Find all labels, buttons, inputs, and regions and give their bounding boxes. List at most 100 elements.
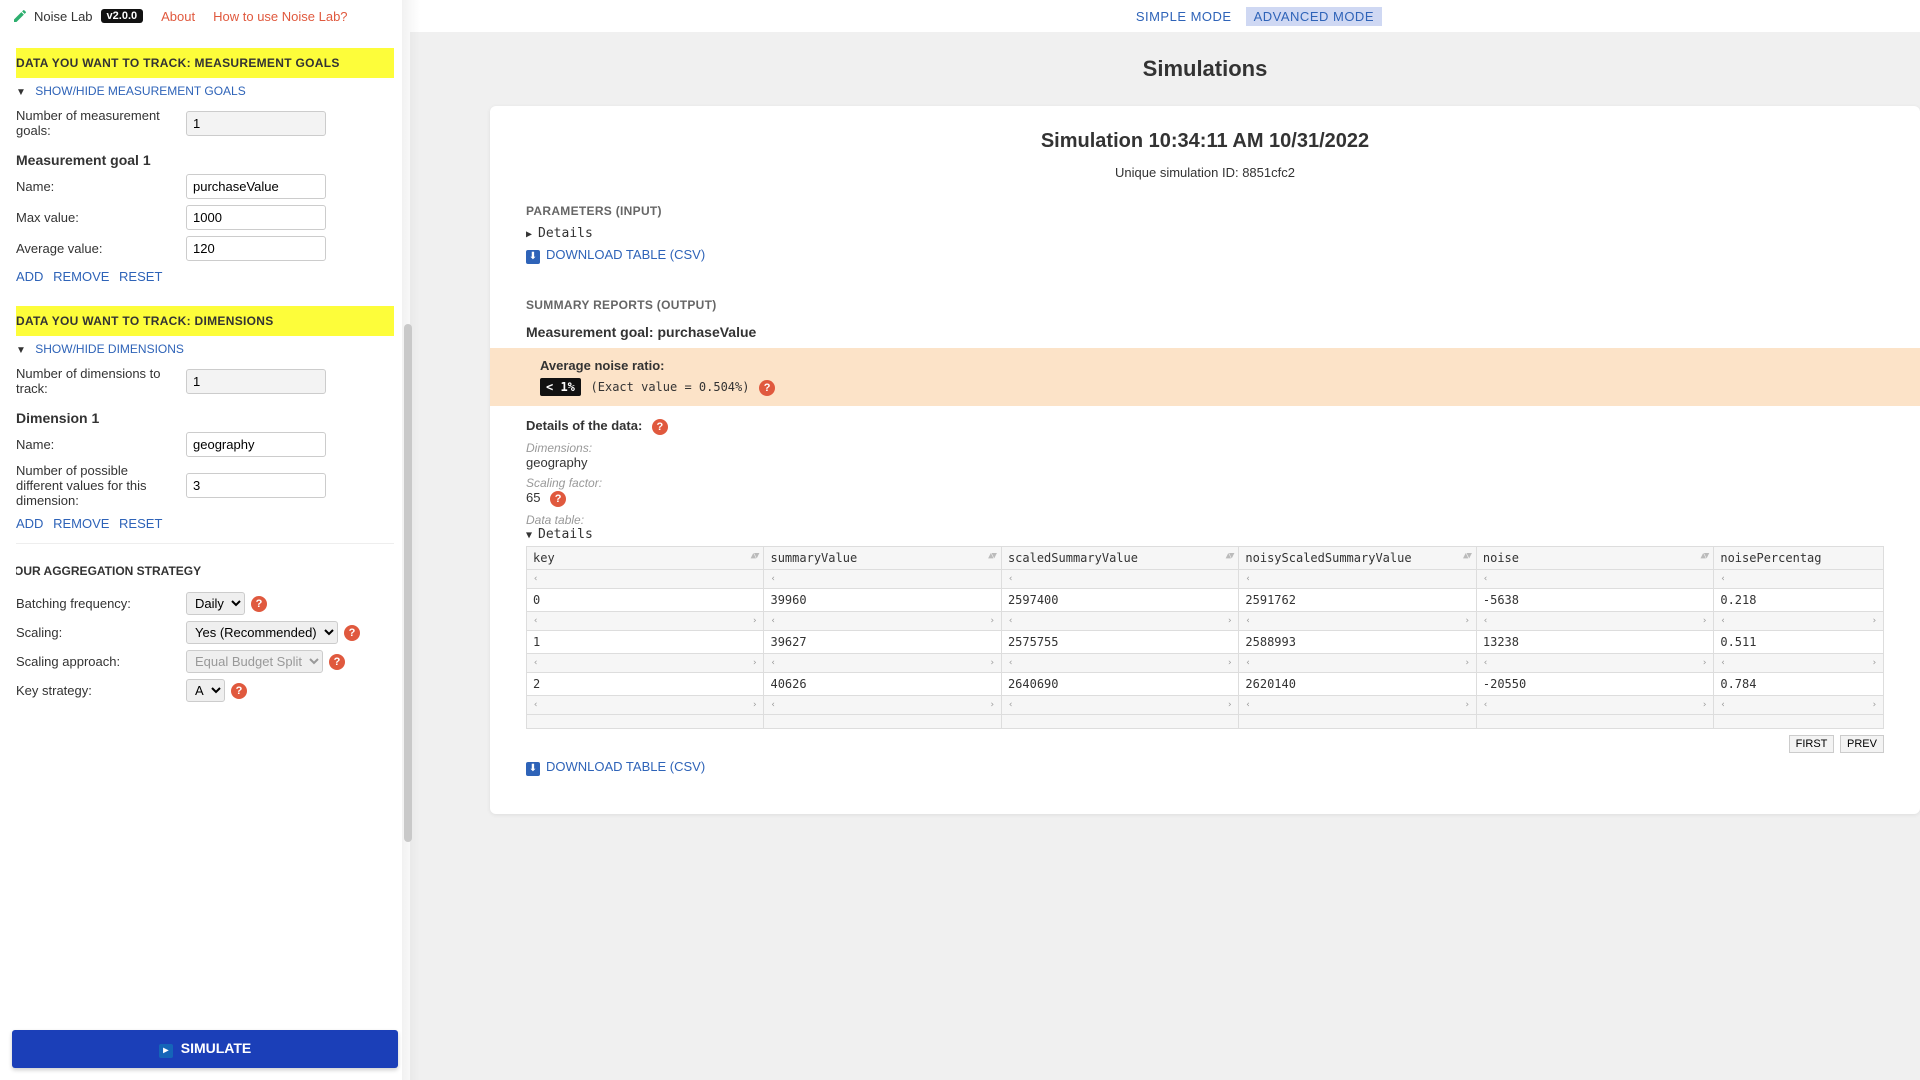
section-measurement-goals: DATA YOU WANT TO TRACK: MEASUREMENT GOAL… (16, 48, 394, 78)
table-cell: 2597400 (1001, 589, 1238, 612)
help-icon[interactable]: ? (329, 654, 345, 670)
noise-ratio-label: Average noise ratio: (540, 358, 1906, 373)
table-cell: 0.784 (1714, 673, 1884, 696)
version-badge: v2.0.0 (101, 9, 144, 23)
mg-max-input[interactable] (186, 205, 326, 230)
help-icon[interactable]: ? (344, 625, 360, 641)
help-icon[interactable]: ? (231, 683, 247, 699)
dim-values-input[interactable] (186, 473, 326, 498)
noise-exact-value: (Exact value = 0.504%) (591, 380, 750, 394)
reset-dim-button[interactable]: RESET (119, 516, 162, 531)
mg-name-label: Name: (16, 179, 186, 194)
app-brand: Noise Lab (34, 9, 93, 24)
batch-select[interactable]: Daily (186, 592, 245, 615)
aggregation-strategy-header: YOUR AGGREGATION STRATEGY (16, 556, 394, 586)
simulation-id: Unique simulation ID: 8851cfc2 (526, 165, 1884, 180)
summary-header: SUMMARY REPORTS (OUTPUT) (526, 298, 1884, 312)
about-link[interactable]: About (161, 9, 195, 24)
measurement-goal-1-header: Measurement goal 1 (16, 152, 394, 168)
add-goal-button[interactable]: ADD (16, 269, 43, 284)
help-icon[interactable]: ? (251, 596, 267, 612)
add-dim-button[interactable]: ADD (16, 516, 43, 531)
simulation-title: Simulation 10:34:11 AM 10/31/2022 (526, 130, 1884, 153)
table-cell: 39627 (764, 631, 1001, 654)
approach-select[interactable]: Equal Budget Split (186, 650, 323, 673)
pencil-icon (12, 8, 28, 24)
scaling-label: Scaling: (16, 625, 186, 640)
table-cell: 13238 (1476, 631, 1713, 654)
dim-name-input[interactable] (186, 432, 326, 457)
th-summary[interactable]: summaryValue▲▼ (764, 547, 1001, 570)
data-table: key▲▼ summaryValue▲▼ scaledSummaryValue▲… (526, 546, 1884, 729)
remove-dim-button[interactable]: REMOVE (53, 516, 109, 531)
keystrat-label: Key strategy: (16, 683, 186, 698)
remove-goal-button[interactable]: REMOVE (53, 269, 109, 284)
num-dims-label: Number of dimensions to track: (16, 366, 186, 396)
table-pager: FIRST PREV (526, 735, 1884, 753)
th-key[interactable]: key▲▼ (527, 547, 764, 570)
noise-badge: < 1% (540, 378, 581, 396)
dim-name-label: Name: (16, 437, 186, 452)
data-table-details-toggle[interactable]: Details (526, 527, 1884, 542)
num-dims-input[interactable] (186, 369, 326, 394)
toggle-dimensions[interactable]: SHOW/HIDE DIMENSIONS (16, 342, 394, 356)
dimension-1-header: Dimension 1 (16, 410, 394, 426)
dim-values-label: Number of possible different values for … (16, 463, 186, 508)
goal-actions: ADD REMOVE RESET (16, 269, 394, 284)
table-row: 13962725757552588993132380.511 (527, 631, 1884, 654)
toggle-dimensions-label: SHOW/HIDE DIMENSIONS (35, 342, 184, 356)
download-summary-csv[interactable]: DOWNLOAD TABLE (CSV) (526, 759, 705, 776)
mg-max-label: Max value: (16, 210, 186, 225)
dim-actions: ADD REMOVE RESET (16, 516, 394, 531)
table-cell: 2588993 (1239, 631, 1476, 654)
mg-avg-label: Average value: (16, 241, 186, 256)
reset-goal-button[interactable]: RESET (119, 269, 162, 284)
dimensions-meta-label: Dimensions: (526, 441, 1884, 455)
table-cell: 2620140 (1239, 673, 1476, 696)
help-icon[interactable]: ? (652, 419, 668, 435)
table-row: 24062626406902620140-205500.784 (527, 673, 1884, 696)
mg-purchase-value: Measurement goal: purchaseValue (526, 324, 1884, 340)
th-noise[interactable]: noise▲▼ (1476, 547, 1713, 570)
scaling-select[interactable]: Yes (Recommended) (186, 621, 338, 644)
dimensions-meta-value: geography (526, 455, 1884, 470)
table-cell: 2591762 (1239, 589, 1476, 612)
simulate-button[interactable]: SIMULATE (12, 1030, 398, 1068)
help-icon[interactable]: ? (759, 380, 775, 396)
table-cell: 0.218 (1714, 589, 1884, 612)
num-goals-label: Number of measurement goals: (16, 108, 186, 138)
table-cell: 0 (527, 589, 764, 612)
mg-avg-input[interactable] (186, 236, 326, 261)
table-cell: -5638 (1476, 589, 1713, 612)
help-icon[interactable]: ? (550, 491, 566, 507)
th-scaled[interactable]: scaledSummaryValue▲▼ (1001, 547, 1238, 570)
download-params-csv[interactable]: DOWNLOAD TABLE (CSV) (526, 247, 705, 264)
table-row: 03996025974002591762-56380.218 (527, 589, 1884, 612)
num-goals-input[interactable] (186, 111, 326, 136)
keystrat-select[interactable]: A (186, 679, 225, 702)
table-cell: 39960 (764, 589, 1001, 612)
pager-first-button[interactable]: FIRST (1789, 735, 1835, 753)
table-cell: 40626 (764, 673, 1001, 696)
th-noisepct[interactable]: noisePercentag (1714, 547, 1884, 570)
pager-prev-button[interactable]: PREV (1840, 735, 1884, 753)
parameters-details-toggle[interactable]: Details (526, 226, 1884, 241)
mg-name-input[interactable] (186, 174, 326, 199)
advanced-mode-tab[interactable]: ADVANCED MODE (1246, 7, 1382, 26)
table-cell: -20550 (1476, 673, 1713, 696)
table-cell: 2 (527, 673, 764, 696)
table-cell: 2575755 (1001, 631, 1238, 654)
table-header-row: key▲▼ summaryValue▲▼ scaledSummaryValue▲… (527, 547, 1884, 570)
howto-link[interactable]: How to use Noise Lab? (213, 9, 347, 24)
data-table-label: Data table: (526, 513, 1884, 527)
th-noisy[interactable]: noisyScaledSummaryValue▲▼ (1239, 547, 1476, 570)
section-dimensions-label: DATA YOU WANT TO TRACK: DIMENSIONS (16, 314, 274, 328)
parameters-header: PARAMETERS (INPUT) (526, 204, 1884, 218)
simple-mode-tab[interactable]: SIMPLE MODE (1128, 7, 1240, 26)
approach-label: Scaling approach: (16, 654, 186, 669)
toggle-goals[interactable]: SHOW/HIDE MEASUREMENT GOALS (16, 84, 394, 98)
scaling-factor-value: 65 ? (526, 490, 1884, 507)
section-dimensions: DATA YOU WANT TO TRACK: DIMENSIONS 2. (16, 306, 394, 336)
data-details-label: Details of the data: ? (526, 418, 1884, 435)
table-cell: 2640690 (1001, 673, 1238, 696)
